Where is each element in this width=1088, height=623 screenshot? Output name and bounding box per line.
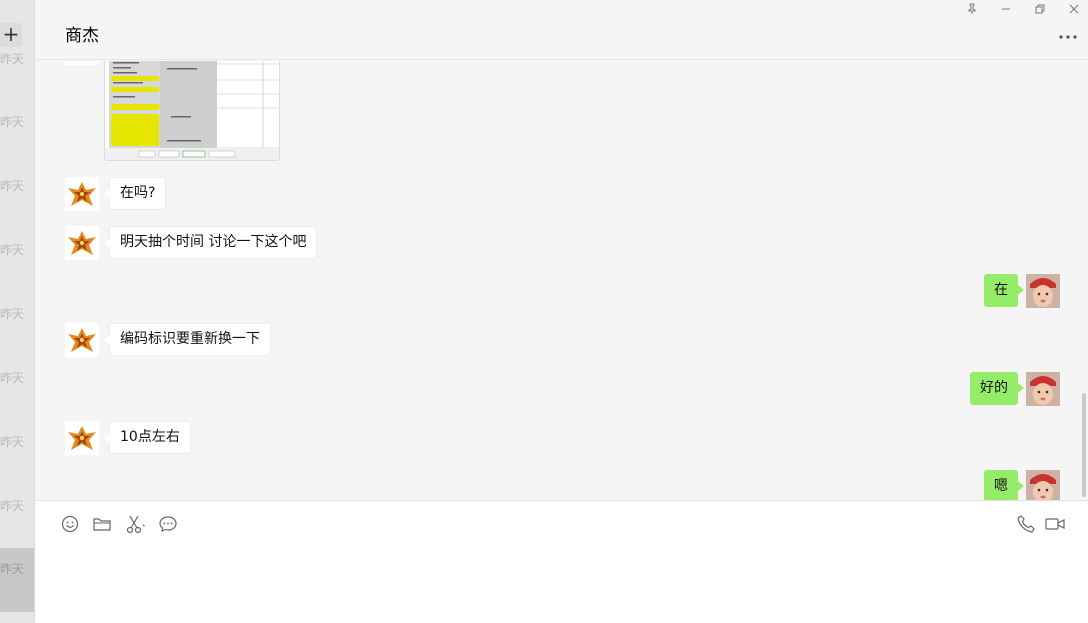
conversation-date-label: 昨天	[0, 435, 25, 449]
incoming-message[interactable]: 明天抽个时间 讨论一下这个吧	[103, 226, 318, 259]
message-scrollbar[interactable]	[1082, 393, 1086, 497]
my-avatar[interactable]	[1026, 470, 1060, 500]
video-icon[interactable]	[1044, 514, 1065, 534]
emoji-icon[interactable]	[60, 514, 80, 534]
restore-icon[interactable]	[1032, 3, 1048, 19]
chat-header: 商杰	[35, 0, 1088, 60]
chat-title: 商杰	[65, 26, 99, 46]
add-button[interactable]: +	[0, 23, 22, 47]
phoenix-avatar-icon	[65, 177, 99, 211]
incoming-message[interactable]: 编码标识要重新换一下	[104, 323, 271, 356]
message-composer	[35, 500, 1088, 623]
outgoing-message[interactable]: 嗯	[984, 470, 1024, 500]
selected-conversation[interactable]: 昨天	[0, 548, 34, 612]
contact-avatar[interactable]	[65, 421, 99, 455]
phoenix-avatar-icon	[65, 323, 99, 357]
conversation-date-label: 昨天	[0, 52, 25, 66]
phone-icon[interactable]	[1016, 514, 1036, 534]
contact-avatar[interactable]	[65, 61, 99, 65]
outgoing-message[interactable]: 在	[984, 274, 1024, 307]
child-photo-avatar-icon	[1026, 372, 1060, 406]
contact-avatar[interactable]	[65, 226, 99, 260]
scissors-icon[interactable]	[125, 514, 146, 534]
chat-history-icon[interactable]	[158, 514, 178, 534]
conversation-date-label: 昨天	[0, 243, 25, 257]
image-message-spreadsheet[interactable]	[104, 61, 280, 161]
conversation-date-label: 昨天	[0, 562, 25, 576]
conversation-date-label: 昨天	[0, 115, 25, 129]
conversation-list-edge: + 昨天 昨天 昨天 昨天 昨天 昨天 昨天 昨天 昨天	[0, 0, 35, 623]
my-avatar[interactable]	[1026, 372, 1060, 406]
minimize-icon[interactable]	[998, 3, 1014, 19]
conversation-date-label: 昨天	[0, 499, 25, 513]
my-avatar[interactable]	[1026, 274, 1060, 308]
incoming-message[interactable]: 在吗?	[103, 177, 167, 210]
incoming-message[interactable]: 10点左右	[104, 421, 191, 454]
message-list[interactable]: 在吗? 明天抽个时间 讨论一下这个吧 在 编码标识要重新换一下 好的 10点左右…	[35, 61, 1088, 500]
conversation-date-label: 昨天	[0, 371, 25, 385]
conversation-date-label: 昨天	[0, 179, 25, 193]
contact-avatar[interactable]	[65, 177, 99, 211]
child-photo-avatar-icon	[1026, 274, 1060, 308]
pin-icon[interactable]	[964, 3, 980, 19]
message-input[interactable]	[55, 545, 1065, 615]
phoenix-avatar-icon	[65, 421, 99, 455]
conversation-date-label: 昨天	[0, 307, 25, 321]
phoenix-avatar-icon	[65, 226, 99, 260]
folder-icon[interactable]	[92, 514, 112, 534]
child-photo-avatar-icon	[1026, 470, 1060, 500]
contact-avatar[interactable]	[65, 323, 99, 357]
more-dots-icon[interactable]	[1058, 31, 1078, 41]
close-icon[interactable]	[1066, 3, 1082, 19]
outgoing-message[interactable]: 好的	[970, 372, 1024, 405]
